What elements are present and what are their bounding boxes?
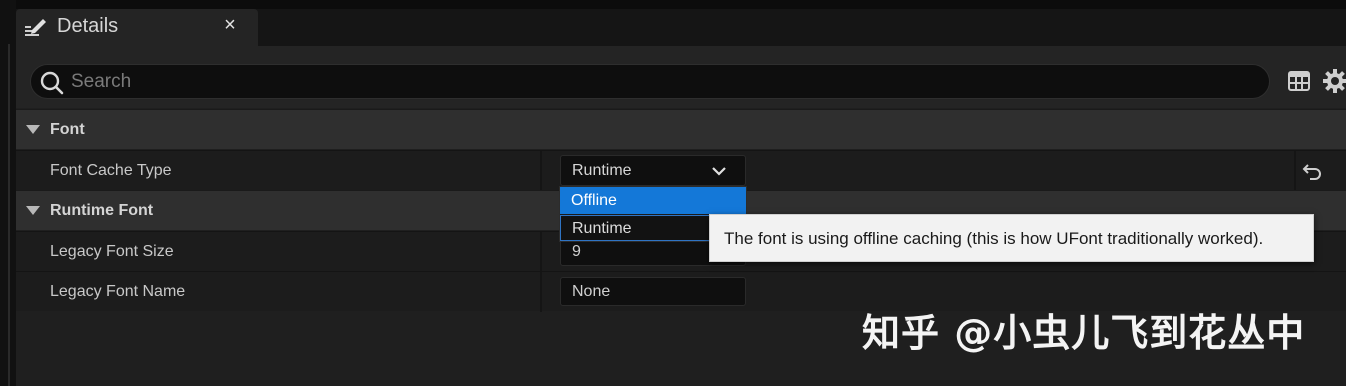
search-box[interactable] [30, 64, 1270, 99]
property-label: Font Cache Type [50, 162, 172, 179]
dropdown-option-offline[interactable]: Offline [560, 187, 746, 214]
option-label: Offline [571, 192, 617, 209]
property-row-font-cache-type: Font Cache Type Runtime [16, 150, 1346, 191]
property-label: Legacy Font Name [50, 283, 186, 300]
property-label: Legacy Font Size [50, 243, 174, 260]
watermark: 知乎 @小虫儿飞到花丛中 [862, 311, 1306, 355]
top-strip [0, 0, 1346, 9]
category-label: Runtime Font [50, 202, 154, 219]
column-divider[interactable] [540, 272, 542, 312]
chevron-down-icon [711, 164, 727, 176]
tooltip: The font is using offline caching (this … [709, 214, 1314, 262]
legacy-font-name-field[interactable]: None [560, 277, 746, 306]
pencil-icon [24, 16, 48, 38]
close-icon[interactable]: × [220, 14, 240, 37]
left-divider [8, 44, 10, 386]
tab-details[interactable]: Details × [16, 9, 258, 46]
search-row [16, 46, 1346, 108]
field-value: 9 [572, 243, 581, 260]
collapse-arrow-icon[interactable] [26, 206, 40, 215]
column-divider[interactable] [540, 232, 542, 272]
field-value: None [572, 283, 611, 300]
search-icon [39, 70, 65, 96]
column-divider [1294, 151, 1296, 191]
category-font[interactable]: Font [16, 109, 1346, 149]
gear-icon[interactable] [1322, 68, 1346, 94]
search-input[interactable] [71, 65, 1251, 98]
reset-arrow-icon[interactable] [1302, 162, 1322, 180]
tooltip-text: The font is using offline caching (this … [724, 229, 1264, 248]
collapse-arrow-icon[interactable] [26, 125, 40, 134]
combo-value: Runtime [572, 162, 632, 179]
tab-title: Details [57, 15, 119, 37]
column-divider[interactable] [540, 151, 542, 191]
category-label: Font [50, 121, 85, 138]
option-label: Runtime [572, 220, 632, 237]
tab-bar: Details × [16, 9, 1346, 46]
table-view-icon[interactable] [1288, 70, 1310, 92]
font-cache-type-combo[interactable]: Runtime [560, 155, 746, 186]
